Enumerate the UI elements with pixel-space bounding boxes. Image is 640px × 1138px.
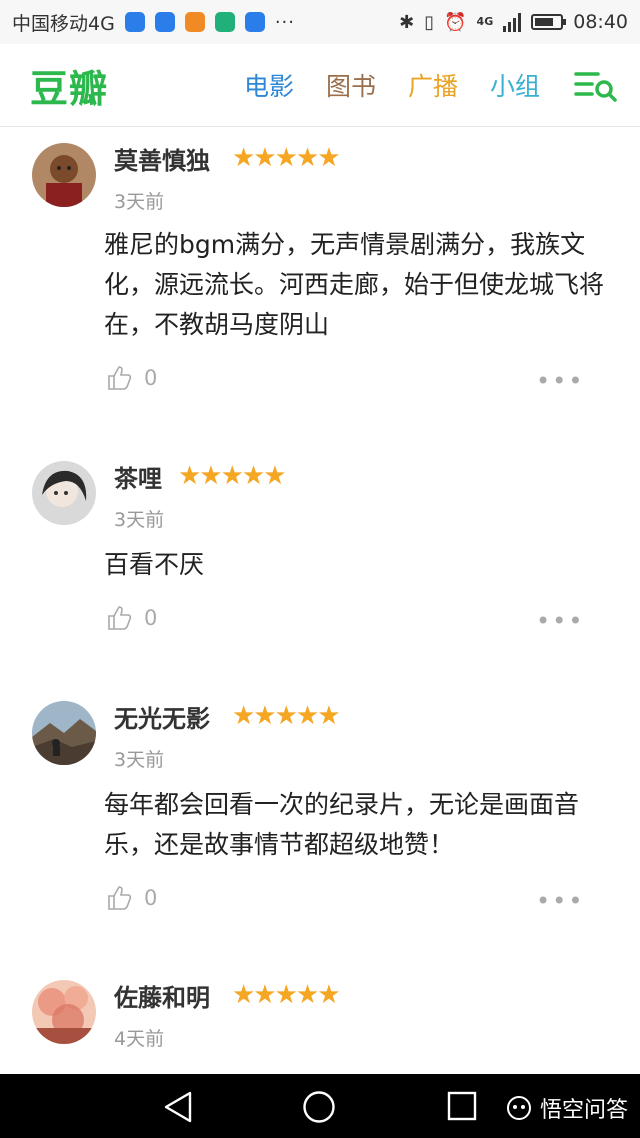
nav-groups[interactable]: 小组 — [490, 67, 540, 103]
comment-text: 百看不厌 — [104, 550, 205, 579]
app-header: 豆瓣 电影 图书 广播 小组 — [0, 44, 640, 127]
nav-books[interactable]: 图书 — [326, 67, 376, 103]
comment-feed[interactable]: 莫善慎独 ★★★★★ 3天前 雅尼的bgm满分，无声情景剧满分，我族文化，源远流… — [0, 127, 640, 1074]
thumbs-up-icon — [108, 366, 132, 390]
like-count: 0 — [144, 366, 158, 390]
like-button[interactable]: 0 — [106, 365, 157, 391]
battery-level — [535, 18, 554, 26]
network-type-label: 4G — [476, 15, 494, 28]
signal-icon — [503, 12, 522, 32]
system-nav-bar: 悟空问答 — [0, 1074, 640, 1138]
more-notifications-icon: ··· — [274, 11, 295, 33]
security-app-icon — [214, 12, 235, 32]
comment-item: 佐藤和明 ★★★★★ 4天前 — [0, 972, 640, 1074]
wifi-app-icon — [124, 12, 145, 32]
menu-search-icon[interactable] — [572, 65, 622, 105]
rating-stars: ★★★★★ — [232, 980, 341, 1010]
home-icon[interactable] — [302, 1090, 336, 1124]
avatar[interactable] — [32, 701, 96, 765]
avatar[interactable] — [32, 143, 96, 207]
top-nav: 电影 图书 广播 小组 — [244, 65, 622, 105]
watermark: 悟空问答 — [506, 1092, 628, 1124]
username[interactable]: 莫善慎独 — [114, 141, 210, 176]
rating-stars: ★★★★★ — [232, 143, 341, 173]
douban-logo[interactable]: 豆瓣 — [30, 58, 108, 113]
thumbs-up-icon — [108, 886, 132, 910]
back-icon[interactable] — [162, 1090, 194, 1124]
watermark-text: 悟空问答 — [539, 1098, 628, 1123]
like-count: 0 — [144, 886, 158, 910]
timestamp: 3天前 — [114, 749, 165, 771]
rating-stars: ★★★★★ — [178, 461, 287, 491]
avatar[interactable] — [32, 461, 96, 525]
like-button[interactable]: 0 — [106, 605, 157, 631]
username[interactable]: 佐藤和明 — [114, 978, 210, 1013]
shield-app-icon — [154, 12, 175, 32]
like-button[interactable]: 0 — [106, 885, 157, 911]
message-app-icon — [244, 12, 265, 32]
comment-item: 莫善慎独 ★★★★★ 3天前 雅尼的bgm满分，无声情景剧满分，我族文化，源远流… — [0, 135, 640, 425]
clock: 08:40 — [573, 11, 628, 33]
timestamp: 4天前 — [114, 1028, 165, 1050]
timestamp: 3天前 — [114, 191, 165, 213]
comment-item: 茶哩 ★★★★★ 3天前 百看不厌 0 ••• — [0, 453, 640, 663]
wukong-logo-icon — [506, 1096, 531, 1120]
comment-item: 无光无影 ★★★★★ 3天前 每年都会回看一次的纪录片，无论是画面音乐，还是故事… — [0, 693, 640, 943]
like-count: 0 — [144, 606, 158, 630]
recents-icon[interactable] — [446, 1090, 478, 1122]
rating-stars: ★★★★★ — [232, 701, 341, 731]
nav-movies[interactable]: 电影 — [244, 67, 294, 103]
taobao-app-icon — [184, 12, 205, 32]
avatar[interactable] — [32, 980, 96, 1044]
timestamp: 3天前 — [114, 509, 165, 531]
carrier-label: 中国移动4G — [12, 12, 115, 35]
nav-broadcast[interactable]: 广播 — [408, 67, 458, 103]
comment-text: 雅尼的bgm满分，无声情景剧满分，我族文化，源远流长。河西走廊，始于但使龙城飞将… — [104, 230, 605, 339]
more-options-icon[interactable]: ••• — [536, 367, 584, 395]
more-options-icon[interactable]: ••• — [536, 887, 584, 915]
status-bar: 中国移动4G ··· ✱ ▯ ⏰ 4G 08:40 — [0, 0, 640, 44]
battery-icon — [531, 14, 567, 30]
username[interactable]: 茶哩 — [114, 459, 162, 494]
more-options-icon[interactable]: ••• — [536, 607, 584, 635]
vibrate-icon: ▯ — [424, 11, 435, 33]
username[interactable]: 无光无影 — [114, 699, 210, 734]
bluetooth-icon: ✱ — [399, 11, 415, 33]
comment-text: 每年都会回看一次的纪录片，无论是画面音乐，还是故事情节都超级地赞！ — [104, 790, 580, 859]
alarm-icon: ⏰ — [444, 11, 467, 33]
thumbs-up-icon — [108, 606, 132, 630]
